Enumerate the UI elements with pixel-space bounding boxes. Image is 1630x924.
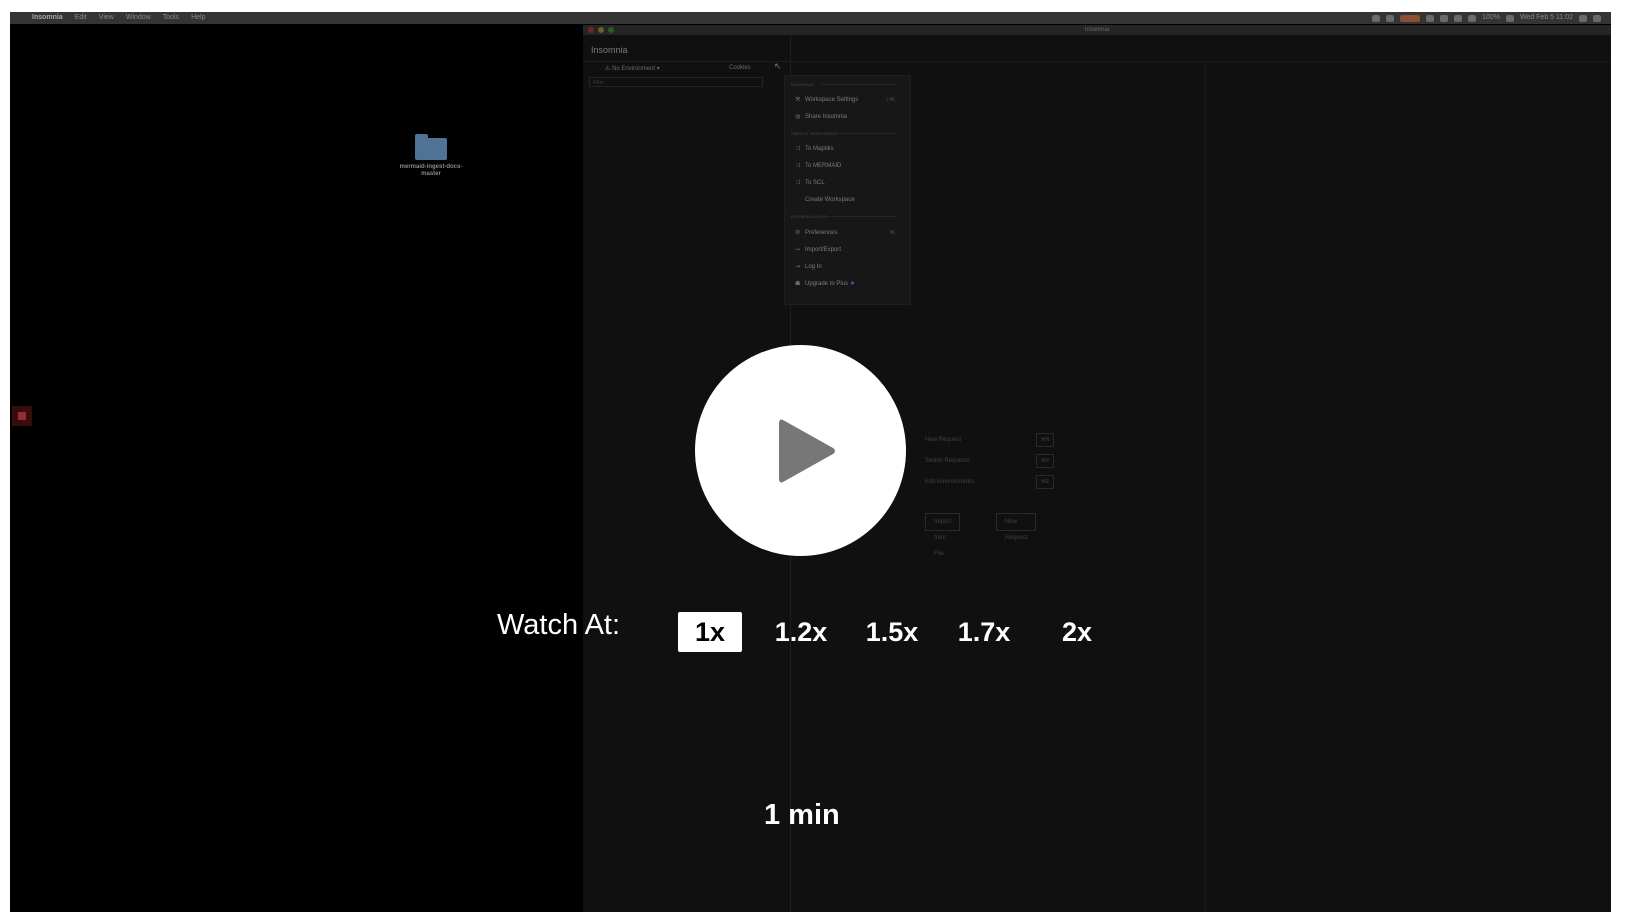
speed-1x-button[interactable]: 1x: [678, 612, 742, 652]
speed-2x-button[interactable]: 2x: [1052, 612, 1102, 652]
watch-at-label: Watch At:: [497, 609, 621, 641]
video-duration: 1 min: [764, 799, 840, 831]
speed-1-2x-button[interactable]: 1.2x: [770, 612, 832, 652]
play-button[interactable]: [695, 345, 906, 556]
speed-1-5x-button[interactable]: 1.5x: [862, 612, 922, 652]
play-icon: [778, 419, 835, 482]
speed-1-7x-button[interactable]: 1.7x: [954, 612, 1014, 652]
